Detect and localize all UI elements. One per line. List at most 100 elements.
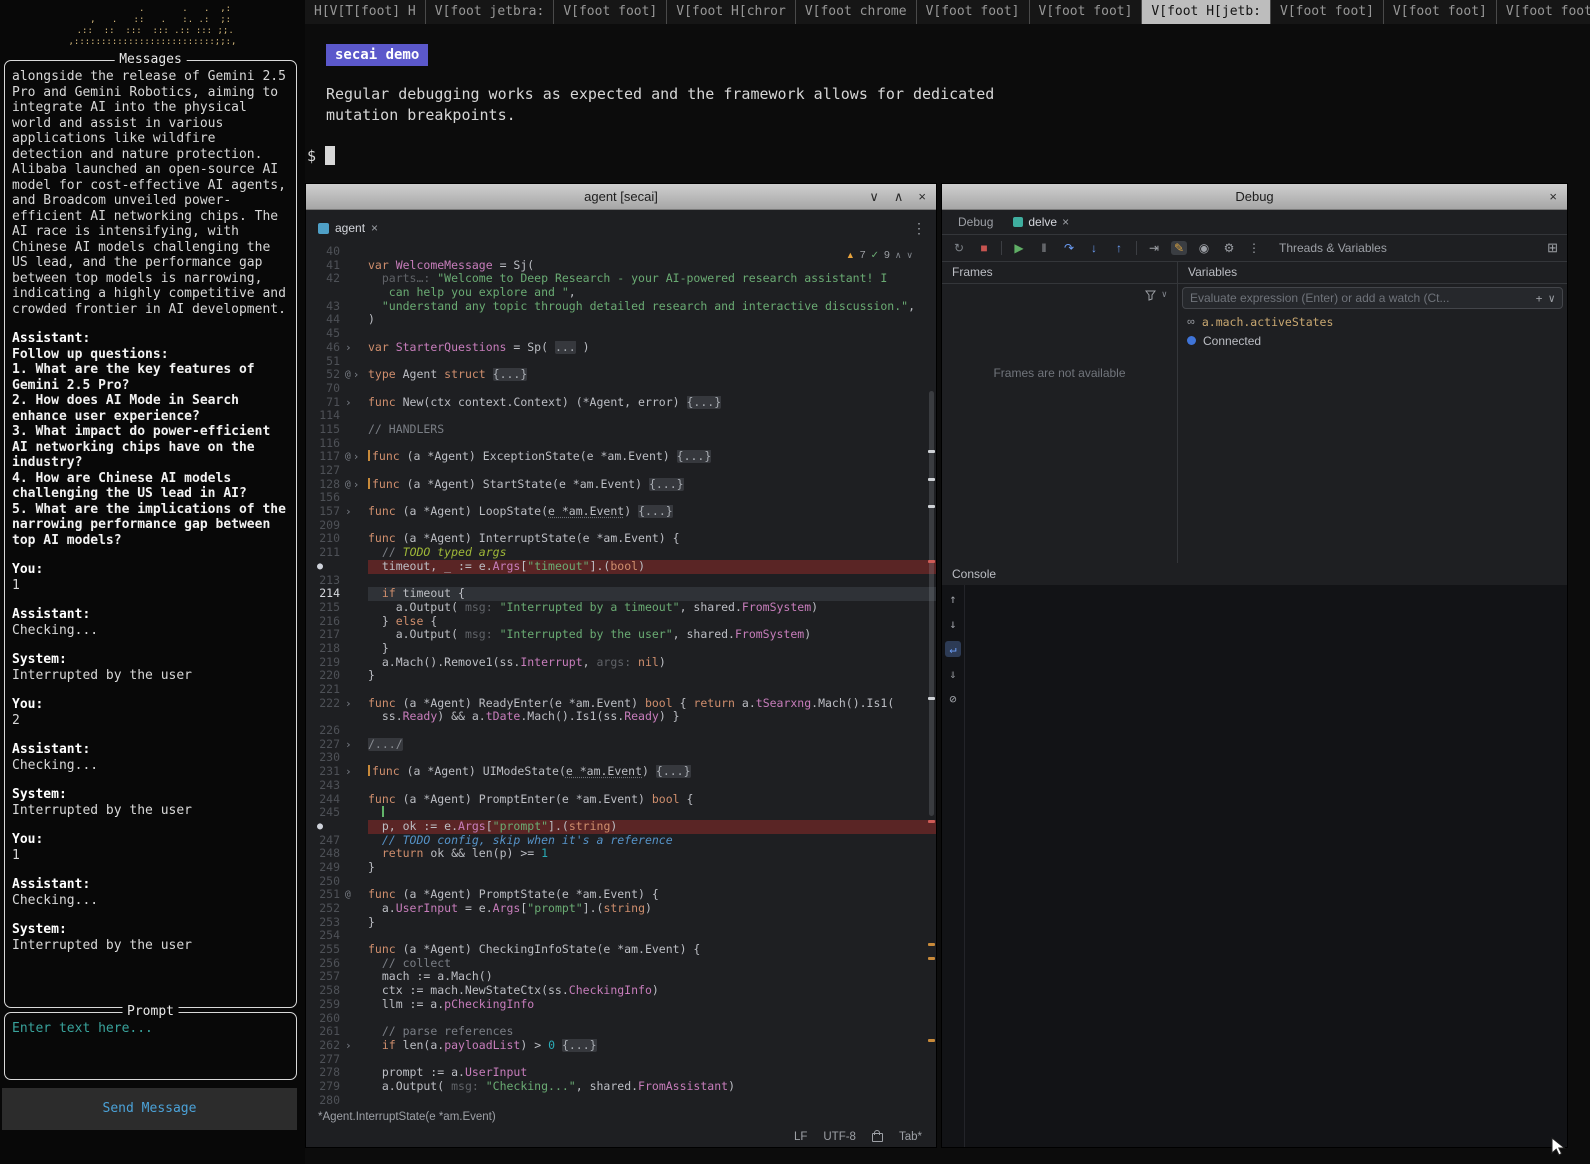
code-line[interactable]: 52@›type Agent struct {...}	[306, 368, 936, 382]
code-line[interactable]: 44)	[306, 313, 936, 327]
clear-console-icon[interactable]: ⊘	[945, 691, 961, 707]
code-line[interactable]: 256 // collect	[306, 957, 936, 971]
indent-indicator[interactable]: Tab*	[899, 1131, 922, 1143]
thread-dropdown-icon[interactable]: ∨	[1162, 290, 1167, 300]
fold-arrow-icon[interactable]: ›	[353, 478, 360, 492]
code-line[interactable]: 157›func (a *Agent) LoopState(e *am.Even…	[306, 505, 936, 519]
code-line[interactable]: 115// HANDLERS	[306, 423, 936, 437]
tmux-window-tab[interactable]: V[foot foot]	[1271, 0, 1384, 24]
editor-more-icon[interactable]: ⋮	[912, 220, 926, 237]
code-line[interactable]: 70	[306, 382, 936, 396]
settings-icon[interactable]: ⚙	[1221, 241, 1237, 255]
tmux-window-tab[interactable]: V[foot foot]	[917, 0, 1030, 24]
code-line[interactable]: 213	[306, 574, 936, 588]
console-output[interactable]	[965, 585, 1567, 1147]
code-line[interactable]: 244func (a *Agent) PromptEnter(e *am.Eve…	[306, 793, 936, 807]
soft-wrap-icon[interactable]: ↵	[945, 641, 961, 657]
code-line[interactable]: 252 a.UserInput = e.Args["prompt"].(stri…	[306, 902, 936, 916]
debug-titlebar[interactable]: Debug ×	[942, 184, 1567, 210]
code-line[interactable]: 46›var StarterQuestions = Sp( ... )	[306, 341, 936, 355]
prev-issue-icon[interactable]: ∧	[895, 250, 902, 261]
code-editor[interactable]: 4041var WelcomeMessage = Sj(42 parts…: "…	[306, 245, 936, 1107]
code-line[interactable]: 42 parts…: "Welcome to Deep Research - y…	[306, 272, 936, 286]
fold-arrow-icon[interactable]: ›	[345, 1039, 352, 1053]
add-watch-icon[interactable]: +	[1536, 292, 1543, 305]
maximize-button[interactable]: ∧	[894, 189, 904, 205]
code-line[interactable]: 43 "understand any topic through detaile…	[306, 300, 936, 314]
code-line[interactable]: ss.Ready) && a.tDate.Mach().Is1(ss.Ready…	[306, 710, 936, 724]
tmux-window-tab[interactable]: V[foot foot]	[1030, 0, 1143, 24]
code-line[interactable]: 220}	[306, 669, 936, 683]
tmux-window-tab[interactable]: H[V[T[foot] H	[305, 0, 426, 24]
code-line[interactable]: 211 // TODO typed args	[306, 546, 936, 560]
send-message-button[interactable]: Send Message	[2, 1088, 297, 1130]
code-line[interactable]: can help you explore and ",	[306, 286, 936, 300]
watch-value-row[interactable]: Connected	[1178, 331, 1567, 350]
prompt-input[interactable]: Enter text here...	[12, 1021, 290, 1036]
tmux-window-tab[interactable]: V[foot chrome	[796, 0, 917, 24]
tmux-window-tab[interactable]: V[foot H[jetb:	[1142, 0, 1271, 24]
message-list[interactable]: alongside the release of Gemini 2.5 Pro …	[12, 69, 290, 1003]
tmux-window-tab[interactable]: V[foot jetbra:	[426, 0, 555, 24]
scrollbar-thumb[interactable]	[929, 391, 934, 816]
code-line[interactable]: 250	[306, 875, 936, 889]
watch-row[interactable]: ∞ a.mach.activeStates	[1178, 312, 1567, 331]
scroll-to-bottom-icon[interactable]: ↓	[945, 616, 961, 632]
tmux-window-tab[interactable]: V[foot H[chror	[667, 0, 796, 24]
code-line[interactable]: 277	[306, 1053, 936, 1067]
export-icon[interactable]: ⇓	[945, 666, 961, 682]
line-separator-indicator[interactable]: LF	[794, 1131, 807, 1143]
code-line[interactable]: 218 }	[306, 642, 936, 656]
code-line[interactable]: 257 mach := a.Mach()	[306, 970, 936, 984]
code-line[interactable]: 216 } else {	[306, 615, 936, 629]
code-line[interactable]: 227›/.../	[306, 738, 936, 752]
next-issue-icon[interactable]: ∨	[906, 250, 913, 261]
resume-icon[interactable]: ▶	[1011, 241, 1027, 255]
code-line[interactable]: 209	[306, 519, 936, 533]
code-line[interactable]: 127	[306, 464, 936, 478]
history-dropdown-icon[interactable]: ∨	[1548, 292, 1555, 305]
fold-arrow-icon[interactable]: ›	[345, 505, 352, 519]
step-out-icon[interactable]: ↑	[1111, 241, 1127, 255]
layout-settings-icon[interactable]: ⊞	[1547, 240, 1558, 256]
shade-button[interactable]: ∨	[869, 189, 879, 205]
code-line[interactable]: 116	[306, 437, 936, 451]
run-to-cursor-icon[interactable]: ⇥	[1146, 241, 1162, 255]
filter-icon[interactable]	[1145, 290, 1156, 301]
pause-icon[interactable]: ‖	[1036, 241, 1052, 255]
code-line[interactable]: 255func (a *Agent) CheckingInfoState(e *…	[306, 943, 936, 957]
code-line[interactable]: 279 a.Output( msg: "Checking...", shared…	[306, 1080, 936, 1094]
code-line[interactable]: 280	[306, 1094, 936, 1107]
code-line[interactable]: 243	[306, 779, 936, 793]
evaluate-expression-input[interactable]: Evaluate expression (Enter) or add a wat…	[1182, 287, 1563, 309]
code-line[interactable]: 258 ctx := mach.NewStateCtx(ss.CheckingI…	[306, 984, 936, 998]
fold-arrow-icon[interactable]: ›	[345, 697, 352, 711]
code-line[interactable]: 262› if len(a.payloadList) > 0 {...}	[306, 1039, 936, 1053]
close-button[interactable]: ×	[1549, 189, 1557, 204]
code-line[interactable]: 217 a.Output( msg: "Interrupted by the u…	[306, 628, 936, 642]
tmux-window-tab[interactable]: V[foot foot]	[554, 0, 667, 24]
fold-arrow-icon[interactable]: ›	[345, 738, 352, 752]
fold-arrow-icon[interactable]: ›	[345, 341, 352, 355]
screenshot-icon[interactable]: ◉	[1196, 241, 1212, 255]
code-line[interactable]: 221	[306, 683, 936, 697]
code-line[interactable]: 254	[306, 929, 936, 943]
scroll-to-top-icon[interactable]: ↑	[945, 591, 961, 607]
step-into-icon[interactable]: ↓	[1086, 241, 1102, 255]
breakpoint-dot[interactable]: ●	[306, 820, 342, 834]
code-line[interactable]: 230	[306, 751, 936, 765]
stop-icon[interactable]: ■	[976, 241, 992, 255]
evaluate-expression-icon[interactable]: ✎	[1171, 241, 1187, 255]
code-line[interactable]: 114	[306, 409, 936, 423]
fold-arrow-icon[interactable]: ›	[353, 368, 360, 382]
code-line[interactable]: 245	[306, 806, 936, 820]
code-line[interactable]: 249}	[306, 861, 936, 875]
code-line[interactable]: 261 // parse references	[306, 1025, 936, 1039]
code-line[interactable]: ● timeout, _ := e.Args["timeout"].(bool)	[306, 560, 936, 574]
code-line[interactable]: 248 return ok && len(p) >= 1	[306, 847, 936, 861]
encoding-indicator[interactable]: UTF-8	[823, 1131, 856, 1143]
code-line[interactable]: 278 prompt := a.UserInput	[306, 1066, 936, 1080]
more-icon[interactable]: ⋮	[1246, 241, 1262, 255]
code-line[interactable]: 259 llm := a.pCheckingInfo	[306, 998, 936, 1012]
fold-arrow-icon[interactable]: ›	[353, 450, 360, 464]
